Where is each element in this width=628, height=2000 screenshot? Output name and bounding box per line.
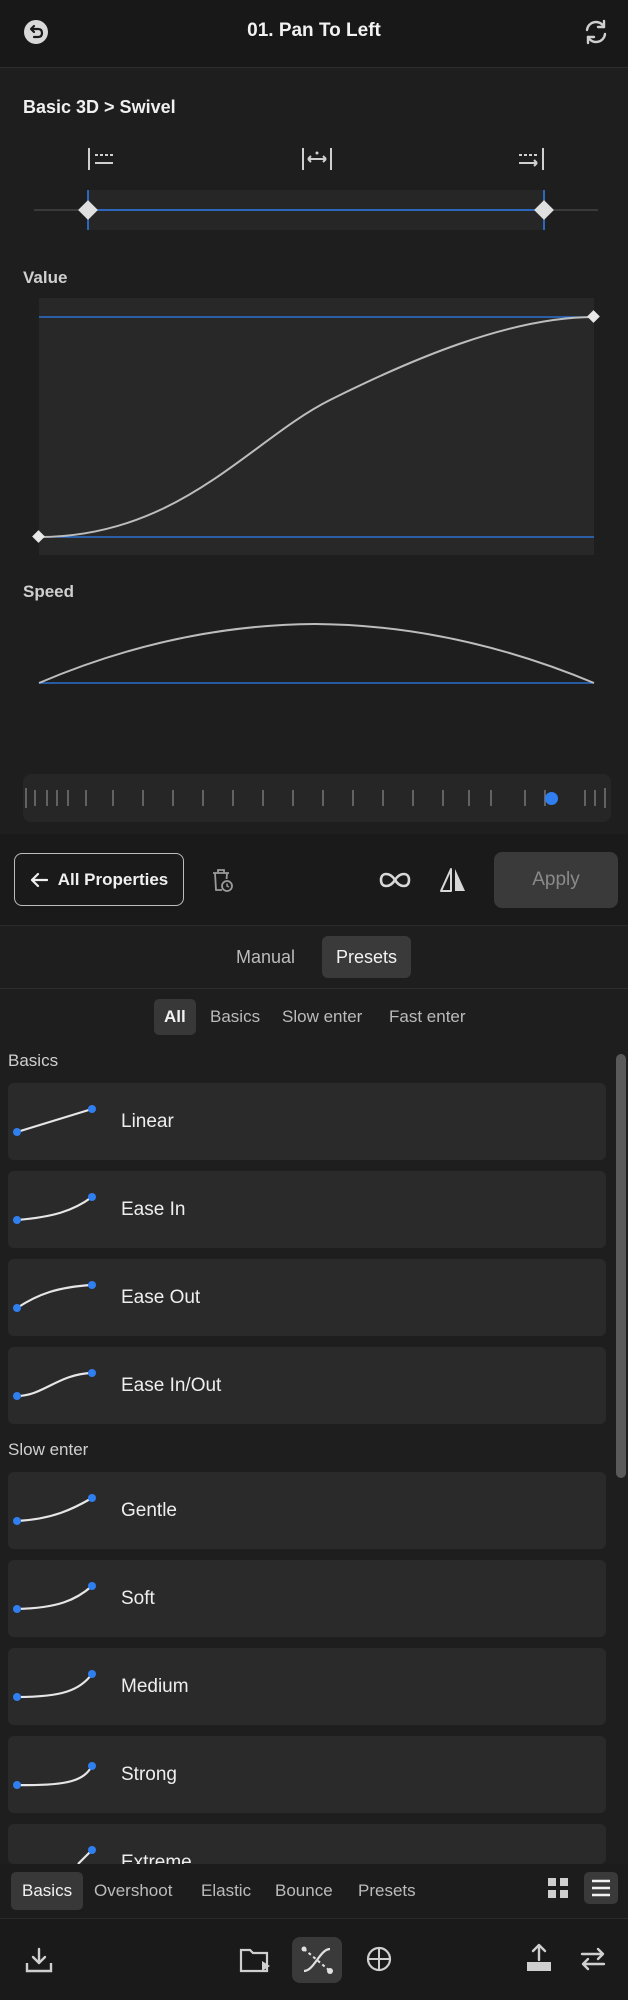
arrow-left-icon (30, 872, 48, 887)
category-tab-elastic[interactable]: Elastic (190, 1872, 262, 1910)
speed-label: Speed (23, 582, 75, 601)
preset-extreme[interactable]: Extreme (8, 1824, 606, 1864)
ease-in-out-curve-icon (13, 1369, 96, 1400)
medium-curve-icon (13, 1670, 96, 1701)
filter-slow-enter[interactable]: Slow enter (272, 999, 372, 1035)
preset-strong[interactable]: Strong (8, 1736, 606, 1813)
category-tab-bounce[interactable]: Bounce (264, 1872, 344, 1910)
preset-label: Soft (121, 1588, 155, 1609)
preset-gentle[interactable]: Gentle (8, 1472, 606, 1549)
preset-label: Ease Out (121, 1287, 201, 1308)
delete-keyframe-button[interactable] (208, 866, 236, 894)
refresh-button[interactable] (580, 16, 612, 48)
preset-label: Ease In (121, 1199, 186, 1220)
filter-all[interactable]: All (154, 999, 196, 1035)
grid-icon (548, 1878, 568, 1898)
mirror-button[interactable] (438, 865, 468, 895)
crosshair-icon (366, 1946, 392, 1972)
align-center-button[interactable] (300, 146, 334, 172)
preset-ease-out[interactable]: Ease Out (8, 1259, 606, 1336)
preset-soft[interactable]: Soft (8, 1560, 606, 1637)
property-path: Basic 3D > Swivel (23, 97, 176, 117)
loop-button[interactable] (378, 866, 412, 894)
infinity-icon (379, 872, 411, 888)
target-button[interactable] (364, 1944, 394, 1974)
category-tab-presets[interactable]: Presets (347, 1872, 427, 1910)
all-properties-label: All Properties (57, 869, 169, 889)
filter-basics[interactable]: Basics (200, 999, 270, 1035)
media-folder-button[interactable] (238, 1944, 272, 1976)
section-slow-enter: Slow enter (8, 1440, 89, 1459)
folder-play-icon (239, 1948, 270, 1973)
preset-ease-in-out[interactable]: Ease In/Out (8, 1347, 606, 1424)
preset-label: Strong (121, 1764, 177, 1785)
grid-view-button[interactable] (546, 1876, 570, 1900)
ease-out-curve-icon (13, 1281, 96, 1312)
trash-clock-icon (213, 869, 233, 892)
swap-button[interactable] (578, 1946, 608, 1972)
tab-manual[interactable]: Manual (222, 936, 309, 978)
preset-label: Medium (121, 1676, 189, 1697)
mirror-icon (440, 868, 465, 892)
extreme-curve-icon (77, 1846, 96, 1864)
value-label: Value (23, 268, 68, 287)
expand-horizontal-icon (302, 148, 332, 170)
download-icon (25, 1947, 53, 1973)
playhead[interactable] (545, 792, 558, 805)
align-start-icon (88, 148, 113, 170)
speed-curve (38, 622, 595, 684)
category-tab-overshoot[interactable]: Overshoot (83, 1872, 183, 1910)
list-view-button[interactable] (584, 1872, 618, 1904)
align-start-button[interactable] (86, 146, 116, 172)
preset-label: Gentle (121, 1500, 177, 1521)
align-end-icon (519, 148, 544, 170)
list-icon (592, 1879, 610, 1897)
category-tab-basics[interactable]: Basics (11, 1872, 84, 1910)
gentle-curve-icon (13, 1494, 96, 1525)
divider (0, 988, 628, 989)
strong-curve-icon (13, 1762, 96, 1789)
value-curve[interactable] (30, 300, 600, 560)
preset-medium[interactable]: Medium (8, 1648, 606, 1725)
refresh-icon (585, 19, 607, 45)
easing-curve-icon (301, 1946, 333, 1974)
upload-tray-icon (527, 1943, 551, 1971)
preset-label: Extreme (121, 1852, 192, 1864)
preset-label: Ease In/Out (121, 1375, 222, 1396)
timeline-track (34, 190, 598, 230)
all-properties-button[interactable]: All Properties (14, 853, 184, 906)
section-basics: Basics (8, 1051, 59, 1070)
linear-curve-icon (13, 1105, 96, 1136)
ease-in-curve-icon (13, 1193, 96, 1224)
scrub-ticks (25, 788, 606, 808)
soft-curve-icon (13, 1582, 96, 1613)
preset-linear[interactable]: Linear (8, 1083, 606, 1160)
align-end-button[interactable] (516, 146, 546, 172)
apply-button[interactable]: Apply (494, 852, 618, 908)
preset-ease-in[interactable]: Ease In (8, 1171, 606, 1248)
swap-arrows-icon (580, 1947, 606, 1971)
download-button[interactable] (24, 1946, 54, 1974)
easing-tool-button[interactable] (292, 1937, 342, 1983)
preset-label: Linear (121, 1111, 174, 1132)
scrollbar[interactable] (616, 1054, 626, 1478)
tab-presets[interactable]: Presets (322, 936, 412, 978)
page-title: 01. Pan To Left (247, 20, 381, 41)
export-button[interactable] (524, 1942, 554, 1974)
filter-fast-enter[interactable]: Fast enter (379, 999, 476, 1035)
